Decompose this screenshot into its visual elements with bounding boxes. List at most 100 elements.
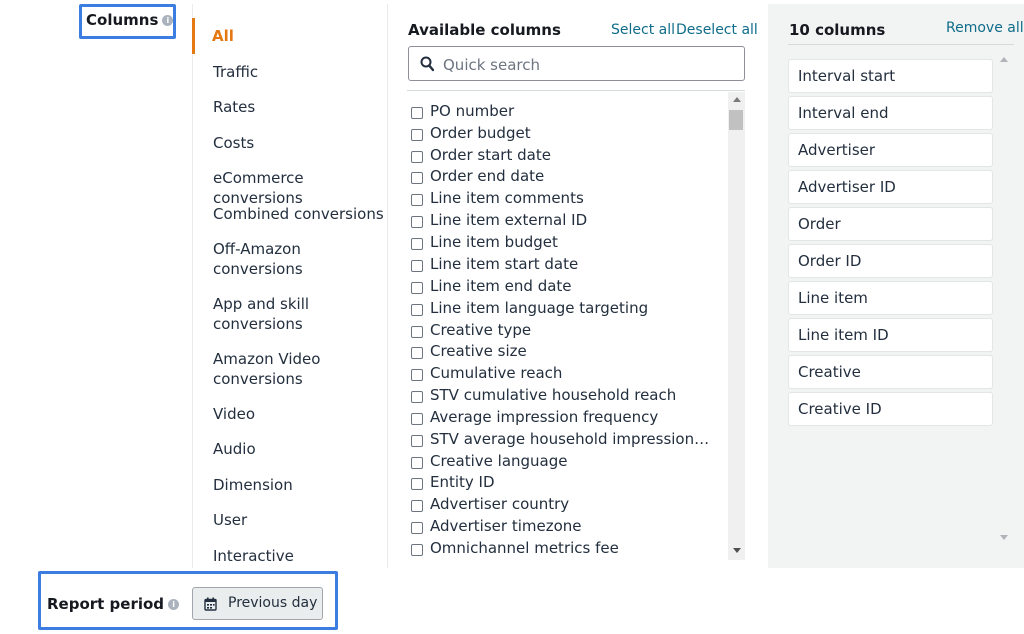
list-divider [407, 90, 745, 91]
column-option-creative-type[interactable]: Creative type [411, 319, 711, 341]
column-option-label: Line item start date [430, 255, 579, 273]
remove-all-link[interactable]: Remove all [946, 20, 1024, 36]
scrollbar-thumb[interactable] [729, 110, 743, 130]
column-option-average-impression-frequency[interactable]: Average impression frequency [411, 406, 711, 428]
checkbox[interactable] [411, 172, 423, 184]
category-rates[interactable]: Rates [213, 97, 387, 117]
category-video[interactable]: Video [213, 404, 387, 424]
column-option-creative-language[interactable]: Creative language [411, 450, 711, 472]
selected-scroll-down-arrow-icon[interactable] [1000, 535, 1008, 540]
category-label: Traffic [213, 63, 259, 81]
column-option-label: Cumulative reach [430, 364, 563, 382]
scroll-up-arrow-icon[interactable] [733, 97, 741, 102]
category-interactive[interactable]: Interactive [213, 546, 387, 566]
checkbox[interactable] [411, 500, 423, 512]
checkbox[interactable] [411, 326, 423, 338]
calendar-icon [204, 597, 217, 611]
checkbox[interactable] [411, 435, 423, 447]
report-period-label-text: Report period [47, 595, 165, 613]
selected-column-order-id[interactable]: Order ID [788, 244, 993, 278]
column-option-label: STV cumulative household reach [430, 386, 677, 404]
column-option-label: Creative type [430, 321, 532, 339]
checkbox[interactable] [411, 369, 423, 381]
column-option-line-item-start-date[interactable]: Line item start date [411, 253, 711, 275]
checkbox[interactable] [411, 260, 423, 272]
quick-search-box [408, 46, 745, 81]
checkbox[interactable] [411, 391, 423, 403]
category-label: Video [213, 405, 256, 423]
category-ecommerce-conversions[interactable]: eCommerce conversions [213, 168, 387, 208]
selected-column-advertiser-id[interactable]: Advertiser ID [788, 170, 993, 204]
quick-search-input[interactable] [441, 53, 735, 77]
category-combined-conversions[interactable]: Combined conversions [213, 204, 387, 224]
checkbox[interactable] [411, 107, 423, 119]
category-dimension[interactable]: Dimension [213, 475, 387, 495]
category-app-and-skill-conversions[interactable]: App and skill conversions [213, 294, 387, 334]
deselect-all-link[interactable]: Deselect all [676, 22, 758, 38]
column-option-order-start-date[interactable]: Order start date [411, 144, 711, 166]
column-option-order-end-date[interactable]: Order end date [411, 165, 711, 187]
column-option-stv-cumulative-household-reach[interactable]: STV cumulative household reach [411, 384, 711, 406]
column-option-entity-id[interactable]: Entity ID [411, 471, 711, 493]
checkbox[interactable] [411, 304, 423, 316]
category-label: Interactive [213, 547, 294, 565]
selected-column-interval-end[interactable]: Interval end [788, 96, 993, 130]
category-amazon-video-conversions[interactable]: Amazon Video conversions [213, 349, 387, 389]
report-period-label: Report period i [47, 595, 180, 613]
checkbox[interactable] [411, 238, 423, 250]
column-option-label: STV average household impression… [430, 430, 710, 448]
checkbox[interactable] [411, 282, 423, 294]
checkbox[interactable] [411, 347, 423, 359]
columns-info-icon[interactable]: i [162, 15, 174, 26]
checkbox[interactable] [411, 478, 423, 490]
available-list-scrollbar[interactable] [728, 92, 745, 560]
category-label-line1: Off-Amazon [213, 240, 301, 258]
column-option-label: Line item language targeting [430, 299, 649, 317]
report-period-info-icon[interactable]: i [168, 599, 180, 610]
column-option-line-item-end-date[interactable]: Line item end date [411, 275, 711, 297]
checkbox[interactable] [411, 194, 423, 206]
column-option-omnichannel-metrics-fee[interactable]: Omnichannel metrics fee [411, 537, 711, 559]
category-off-amazon-conversions[interactable]: Off-Amazon conversions [213, 239, 387, 279]
column-option-advertiser-timezone[interactable]: Advertiser timezone [411, 515, 711, 537]
selected-column-line-item[interactable]: Line item [788, 281, 993, 315]
column-option-advertiser-country[interactable]: Advertiser country [411, 493, 711, 515]
category-all[interactable]: All [212, 26, 386, 46]
category-audio[interactable]: Audio [213, 439, 387, 459]
checkbox[interactable] [411, 151, 423, 163]
column-option-stv-average-household-impression[interactable]: STV average household impression… [411, 428, 711, 450]
column-option-po-number[interactable]: PO number [411, 100, 711, 122]
category-costs[interactable]: Costs [213, 133, 387, 153]
category-traffic[interactable]: Traffic [213, 62, 387, 82]
column-option-cumulative-reach[interactable]: Cumulative reach [411, 362, 711, 384]
columns-label: Columns i [86, 11, 174, 29]
selected-column-interval-start[interactable]: Interval start [788, 59, 993, 93]
report-period-button[interactable]: Previous day [192, 587, 323, 620]
selected-column-order[interactable]: Order [788, 207, 993, 241]
column-option-label: Creative size [430, 342, 527, 360]
selected-column-line-item-id[interactable]: Line item ID [788, 318, 993, 352]
column-option-line-item-external-id[interactable]: Line item external ID [411, 209, 711, 231]
column-option-line-item-comments[interactable]: Line item comments [411, 187, 711, 209]
category-user[interactable]: User [213, 510, 387, 530]
column-option-line-item-budget[interactable]: Line item budget [411, 231, 711, 253]
column-option-order-budget[interactable]: Order budget [411, 122, 711, 144]
selected-column-advertiser[interactable]: Advertiser [788, 133, 993, 167]
report-period-button-label: Previous day [228, 595, 318, 611]
selected-column-creative-id[interactable]: Creative ID [788, 392, 993, 426]
category-label: eCommerce conversions [213, 169, 304, 207]
category-label: Combined conversions [213, 205, 384, 223]
scroll-down-arrow-icon[interactable] [733, 548, 741, 553]
checkbox[interactable] [411, 413, 423, 425]
checkbox[interactable] [411, 216, 423, 228]
selected-scroll-up-arrow-icon[interactable] [1000, 57, 1008, 62]
checkbox[interactable] [411, 522, 423, 534]
column-option-line-item-language-targeting[interactable]: Line item language targeting [411, 297, 711, 319]
checkbox[interactable] [411, 457, 423, 469]
column-option-creative-size[interactable]: Creative size [411, 340, 711, 362]
select-all-link[interactable]: Select all [611, 22, 675, 38]
selected-column-creative[interactable]: Creative [788, 355, 993, 389]
checkbox[interactable] [411, 129, 423, 141]
checkbox[interactable] [411, 544, 423, 556]
columns-label-text: Columns [86, 11, 159, 29]
